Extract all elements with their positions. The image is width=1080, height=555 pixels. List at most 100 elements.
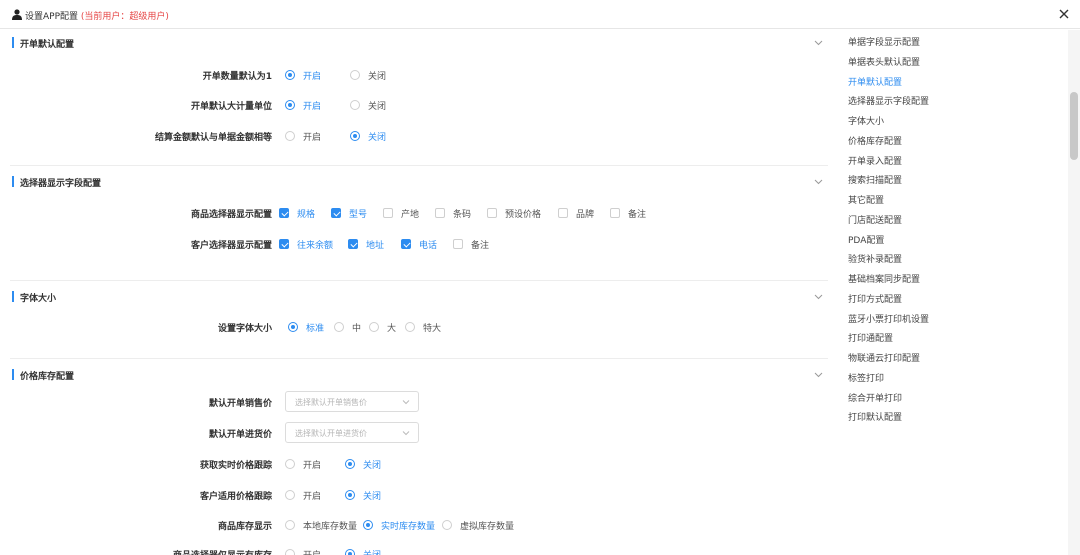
- checkbox-option[interactable]: 规格: [279, 205, 315, 221]
- checkbox-option[interactable]: 往来余额: [279, 236, 333, 252]
- radio-option[interactable]: 中: [334, 319, 361, 335]
- checkbox[interactable]: [610, 208, 620, 218]
- checkbox[interactable]: [487, 208, 497, 218]
- checkbox-option[interactable]: 备注: [610, 205, 646, 221]
- section-header[interactable]: 价格库存配置: [10, 366, 828, 384]
- radio-button[interactable]: [285, 100, 295, 110]
- chevron-down-icon[interactable]: [814, 38, 823, 47]
- nav-item[interactable]: 其它配置: [848, 193, 884, 206]
- radio-option[interactable]: 关闭: [345, 487, 381, 503]
- checkbox-option[interactable]: 条码: [435, 205, 471, 221]
- nav-item[interactable]: 单据表头默认配置: [848, 55, 920, 68]
- radio-button[interactable]: [285, 549, 295, 555]
- nav-item[interactable]: 基础档案同步配置: [848, 272, 920, 285]
- nav-item[interactable]: 验货补录配置: [848, 252, 902, 265]
- nav-item[interactable]: 价格库存配置: [848, 134, 902, 147]
- option-label: 开启: [303, 491, 322, 502]
- checkbox[interactable]: [558, 208, 568, 218]
- radio-button[interactable]: [369, 322, 379, 332]
- radio-option[interactable]: 关闭: [350, 128, 386, 144]
- nav-item[interactable]: 搜索扫描配置: [848, 173, 902, 186]
- close-icon[interactable]: [1057, 7, 1071, 21]
- radio-option[interactable]: 关闭: [350, 67, 386, 83]
- setting-row: 商品选择器显示配置 规格 型号 产地 条码 预设价格 品牌 备注: [10, 205, 828, 221]
- radio-option[interactable]: 特大: [405, 319, 441, 335]
- section-title: 选择器显示字段配置: [20, 179, 102, 189]
- nav-item[interactable]: 开单录入配置: [848, 154, 902, 167]
- price-select[interactable]: 选择默认开单销售价: [285, 391, 419, 412]
- radio-button[interactable]: [288, 322, 298, 332]
- checkbox[interactable]: [331, 208, 341, 218]
- nav-item[interactable]: 蓝牙小票打印机设置: [848, 312, 929, 325]
- radio-option[interactable]: 标准: [288, 319, 324, 335]
- checkbox-option[interactable]: 型号: [331, 205, 367, 221]
- nav-item[interactable]: 打印方式配置: [848, 292, 902, 305]
- radio-option[interactable]: 关闭: [345, 456, 381, 472]
- chevron-down-icon[interactable]: [814, 177, 823, 186]
- radio-option[interactable]: 实时库存数量: [363, 517, 435, 533]
- radio-button[interactable]: [285, 131, 295, 141]
- radio-button[interactable]: [345, 549, 355, 555]
- nav-item[interactable]: 综合开单打印: [848, 391, 902, 404]
- checkbox[interactable]: [279, 239, 289, 249]
- scrollbar-thumb[interactable]: [1070, 92, 1078, 160]
- nav-item[interactable]: 字体大小: [848, 114, 884, 127]
- nav-item[interactable]: PDA配置: [848, 233, 884, 246]
- radio-option[interactable]: 开启: [285, 97, 321, 113]
- nav-item[interactable]: 标签打印: [848, 371, 884, 384]
- chevron-down-icon[interactable]: [814, 370, 823, 379]
- scrollbar[interactable]: [1068, 30, 1080, 555]
- radio-option[interactable]: 开启: [285, 456, 321, 472]
- checkbox-option[interactable]: 备注: [453, 236, 489, 252]
- radio-option[interactable]: 开启: [285, 546, 321, 555]
- checkbox-option[interactable]: 品牌: [558, 205, 594, 221]
- checkbox[interactable]: [279, 208, 289, 218]
- radio-button[interactable]: [350, 70, 360, 80]
- checkbox[interactable]: [435, 208, 445, 218]
- checkbox-option[interactable]: 地址: [348, 236, 384, 252]
- radio-option[interactable]: 关闭: [350, 97, 386, 113]
- radio-button[interactable]: [405, 322, 415, 332]
- checkbox[interactable]: [348, 239, 358, 249]
- radio-option[interactable]: 开启: [285, 128, 321, 144]
- checkbox-option[interactable]: 电话: [401, 236, 437, 252]
- radio-button[interactable]: [334, 322, 344, 332]
- radio-option[interactable]: 大: [369, 319, 396, 335]
- radio-button[interactable]: [345, 459, 355, 469]
- radio-option[interactable]: 关闭: [345, 546, 381, 555]
- checkbox[interactable]: [401, 239, 411, 249]
- radio-option[interactable]: 开启: [285, 67, 321, 83]
- radio-option[interactable]: 虚拟库存数量: [442, 517, 514, 533]
- radio-button[interactable]: [350, 100, 360, 110]
- nav-item[interactable]: 门店配送配置: [848, 213, 902, 226]
- radio-button[interactable]: [363, 520, 373, 530]
- nav-item[interactable]: 单据字段显示配置: [848, 35, 920, 48]
- chevron-down-icon[interactable]: [814, 292, 823, 301]
- radio-button[interactable]: [442, 520, 452, 530]
- radio-button[interactable]: [285, 520, 295, 530]
- radio-button[interactable]: [285, 459, 295, 469]
- radio-option[interactable]: 开启: [285, 487, 321, 503]
- checkbox[interactable]: [453, 239, 463, 249]
- section-header[interactable]: 选择器显示字段配置: [10, 173, 828, 191]
- nav-item[interactable]: 选择器显示字段配置: [848, 94, 929, 107]
- checkbox-option[interactable]: 产地: [383, 205, 419, 221]
- radio-button[interactable]: [350, 131, 360, 141]
- nav-item[interactable]: 打印默认配置: [848, 410, 902, 423]
- radio-button[interactable]: [345, 490, 355, 500]
- radio-button[interactable]: [285, 70, 295, 80]
- nav-item[interactable]: 开单默认配置: [848, 75, 902, 88]
- price-select[interactable]: 选择默认开单进货价: [285, 422, 419, 443]
- setting-label: 开单默认大计量单位: [190, 102, 272, 112]
- radio-option[interactable]: 本地库存数量: [285, 517, 357, 533]
- option-label: 特大: [423, 323, 442, 334]
- nav-item[interactable]: 物联通云打印配置: [848, 351, 920, 364]
- option-label: 往来余额: [297, 240, 334, 251]
- nav-item[interactable]: 打印通配置: [848, 331, 893, 344]
- checkbox-option[interactable]: 预设价格: [487, 205, 541, 221]
- radio-button[interactable]: [285, 490, 295, 500]
- checkbox[interactable]: [383, 208, 393, 218]
- section-header[interactable]: 开单默认配置: [10, 34, 828, 52]
- section-accent-bar: [12, 369, 14, 380]
- section-header[interactable]: 字体大小: [10, 288, 828, 306]
